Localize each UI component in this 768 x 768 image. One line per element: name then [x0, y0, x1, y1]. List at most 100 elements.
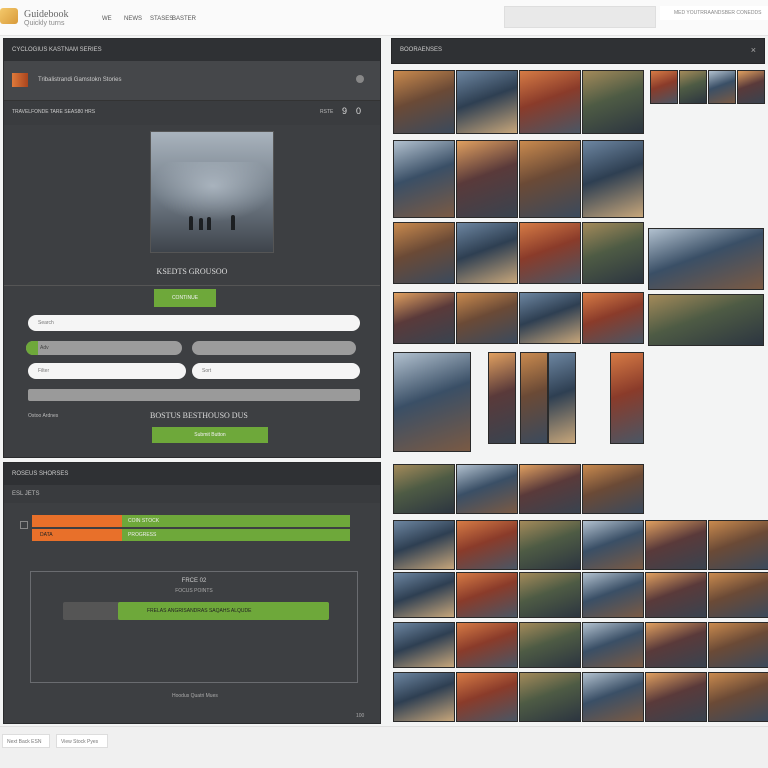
- panel-footer-right: 100: [356, 713, 365, 719]
- story-count-2: 0: [356, 106, 362, 116]
- gallery-thumbnail[interactable]: [582, 572, 644, 618]
- gallery-thumbnail[interactable]: [708, 520, 768, 570]
- progress-bar-1-fill: [32, 515, 125, 527]
- gallery-thumbnail[interactable]: [708, 70, 736, 104]
- story-panel: CYCLOGIUS KASTNAM SERIES Tribalistrandi …: [3, 38, 381, 458]
- advanced-toggle[interactable]: Adv: [26, 341, 182, 355]
- search-input[interactable]: [504, 6, 656, 28]
- gallery-thumbnail[interactable]: [456, 622, 518, 668]
- gallery-thumbnail[interactable]: [456, 672, 518, 722]
- gallery-thumbnail[interactable]: [393, 464, 455, 514]
- gallery-thumbnail[interactable]: [393, 140, 455, 218]
- gallery-thumbnail[interactable]: [393, 572, 455, 618]
- gallery-header: BOORAENSES ×: [391, 38, 765, 64]
- submit-button[interactable]: Submit Button: [152, 427, 268, 443]
- gallery-thumbnail[interactable]: [519, 672, 581, 722]
- nav-link-4[interactable]: BASTER: [172, 16, 196, 22]
- shortcuts-panel-title: ROSEUS SHORSES: [4, 463, 380, 485]
- gallery-thumbnail[interactable]: [708, 572, 768, 618]
- gallery-thumbnail[interactable]: [679, 70, 707, 104]
- story-row-label: Tribalistrandi Gamstokn Stories: [38, 77, 122, 83]
- secondary-field[interactable]: [192, 341, 356, 355]
- gallery-thumbnail[interactable]: [650, 70, 678, 104]
- gallery-thumbnail[interactable]: [456, 292, 518, 344]
- gallery-thumbnail[interactable]: [582, 464, 644, 514]
- gallery-thumbnail[interactable]: [645, 572, 707, 618]
- gallery-thumbnail[interactable]: [582, 622, 644, 668]
- gallery-thumbnail[interactable]: [456, 572, 518, 618]
- gallery-thumbnail[interactable]: [708, 672, 768, 722]
- toggle-indicator-icon: [26, 341, 38, 355]
- gallery-thumbnail[interactable]: [519, 572, 581, 618]
- gallery-thumbnail[interactable]: [519, 464, 581, 514]
- gallery-thumbnail[interactable]: [582, 140, 644, 218]
- gallery-thumbnail[interactable]: [456, 464, 518, 514]
- shortcuts-subtitle: ESL JETS: [4, 485, 380, 503]
- gallery-thumbnail[interactable]: [645, 520, 707, 570]
- gallery-thumbnail[interactable]: [519, 520, 581, 570]
- nav-link-1[interactable]: WE: [102, 16, 112, 22]
- gallery-thumbnail[interactable]: [582, 70, 644, 134]
- continue-button[interactable]: CONTINUE: [154, 289, 216, 307]
- story-meta-label: TRAVELFONDE TARE SEAS80 HRS: [12, 109, 96, 115]
- search-field[interactable]: Search: [28, 315, 360, 331]
- gallery-thumbnail[interactable]: [456, 222, 518, 284]
- advanced-toggle-label: Adv: [40, 345, 49, 351]
- gallery-thumbnail[interactable]: [393, 622, 455, 668]
- story-row[interactable]: Tribalistrandi Gamstokn Stories: [4, 61, 380, 101]
- gallery-thumbnail[interactable]: [610, 352, 644, 444]
- info-bar: [28, 389, 360, 401]
- progress-bar-2-label: DATA: [40, 532, 53, 538]
- gallery-thumbnail[interactable]: [582, 222, 644, 284]
- gallery-thumbnail[interactable]: [393, 292, 455, 344]
- shortcuts-panel: ROSEUS SHORSES ESL JETS COIN STOCK DATA …: [3, 462, 381, 724]
- gallery-thumbnail[interactable]: [708, 622, 768, 668]
- story-meta-right: RSTE: [320, 109, 334, 115]
- thumbnail-icon: [12, 73, 28, 87]
- footer-nav-button[interactable]: Next Back ESN: [2, 734, 50, 748]
- gallery-thumbnail[interactable]: [519, 140, 581, 218]
- gallery-thumbnail[interactable]: [456, 520, 518, 570]
- nav-link-3[interactable]: STASES: [150, 16, 173, 22]
- top-right-links[interactable]: MED YOUTRRAANDSBER CONEDDS: [660, 6, 768, 20]
- hero-image[interactable]: [150, 131, 274, 253]
- gallery-thumbnail[interactable]: [737, 70, 765, 104]
- gallery-thumbnail[interactable]: [548, 352, 576, 444]
- footer-view-button[interactable]: View Stock Pyes: [56, 734, 108, 748]
- filter-field[interactable]: Filter: [28, 363, 186, 379]
- gallery-thumbnail[interactable]: [645, 622, 707, 668]
- gallery-thumbnail[interactable]: [393, 70, 455, 134]
- gallery-thumbnail[interactable]: [488, 352, 516, 444]
- gallery-thumbnail[interactable]: [393, 520, 455, 570]
- checkbox-icon[interactable]: [20, 521, 28, 529]
- gallery-thumbnail[interactable]: [393, 352, 471, 452]
- gallery-thumbnail[interactable]: [519, 222, 581, 284]
- gallery-thumbnail[interactable]: [520, 352, 548, 444]
- gallery-thumbnail[interactable]: [519, 292, 581, 344]
- gallery-thumbnail[interactable]: [519, 70, 581, 134]
- gallery-thumbnail[interactable]: [582, 292, 644, 344]
- more-icon[interactable]: [356, 75, 364, 83]
- logo-icon[interactable]: [0, 8, 18, 24]
- gallery-thumbnail[interactable]: [393, 672, 455, 722]
- gallery-thumbnail[interactable]: [456, 140, 518, 218]
- footer-bar: [0, 726, 768, 768]
- gallery-thumbnail[interactable]: [519, 622, 581, 668]
- gallery-thumbnail[interactable]: [645, 672, 707, 722]
- gallery-thumbnail[interactable]: [582, 520, 644, 570]
- gallery-thumbnail[interactable]: [648, 294, 764, 346]
- story-count: 9: [342, 106, 348, 116]
- close-icon[interactable]: ×: [751, 45, 756, 55]
- gallery-thumbnail[interactable]: [648, 228, 764, 290]
- progress-bar-3-label: PROGRESS: [128, 532, 157, 538]
- sort-field[interactable]: Sort: [192, 363, 360, 379]
- focus-card-title: FRCE 02: [181, 578, 207, 584]
- gallery-thumbnail[interactable]: [582, 672, 644, 722]
- focus-card-subtitle: FOCUS POINTS: [175, 588, 213, 594]
- footer-left-label: Ostoo Ardnes: [28, 413, 59, 419]
- progress-bar-1: COIN STOCK: [32, 515, 350, 527]
- gallery-title: BOORAENSES: [400, 47, 443, 53]
- nav-link-2[interactable]: NEWS: [124, 16, 142, 22]
- gallery-thumbnail[interactable]: [393, 222, 455, 284]
- gallery-thumbnail[interactable]: [456, 70, 518, 134]
